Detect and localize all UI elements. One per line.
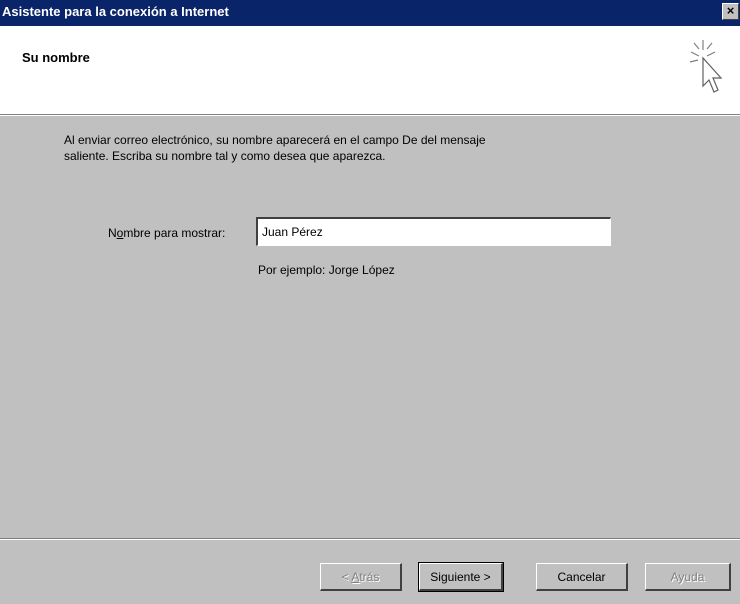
label-part-1: N	[108, 226, 117, 240]
title-bar[interactable]: Asistente para la conexión a Internet ×	[0, 0, 740, 26]
wizard-header: Su nombre	[0, 26, 740, 115]
label-part-2: mbre para mostrar:	[123, 226, 226, 240]
page-title: Su nombre	[22, 50, 90, 65]
description-text: Al enviar correo electrónico, su nombre …	[64, 132, 624, 164]
wizard-cursor-icon	[689, 40, 723, 93]
display-name-label: Nombre para mostrar:	[108, 226, 225, 240]
back-label-post: trás	[359, 569, 380, 584]
back-button[interactable]: < Atrás	[320, 563, 402, 591]
example-text: Por ejemplo: Jorge López	[258, 263, 395, 277]
help-button[interactable]: Ayuda	[645, 563, 731, 591]
next-button[interactable]: Siguiente >	[418, 562, 504, 592]
window-title: Asistente para la conexión a Internet	[2, 4, 229, 19]
close-button[interactable]: ×	[722, 3, 739, 20]
wizard-window: Asistente para la conexión a Internet × …	[0, 0, 740, 604]
display-name-input[interactable]	[256, 217, 611, 246]
back-label-pre: <	[341, 569, 352, 584]
close-icon: ×	[726, 3, 735, 18]
description-line-2: saliente. Escriba su nombre tal y como d…	[64, 149, 386, 163]
wizard-content: Al enviar correo electrónico, su nombre …	[0, 116, 740, 506]
description-line-1: Al enviar correo electrónico, su nombre …	[64, 133, 486, 147]
cancel-button[interactable]: Cancelar	[536, 563, 628, 591]
footer-separator-highlight	[0, 539, 740, 540]
